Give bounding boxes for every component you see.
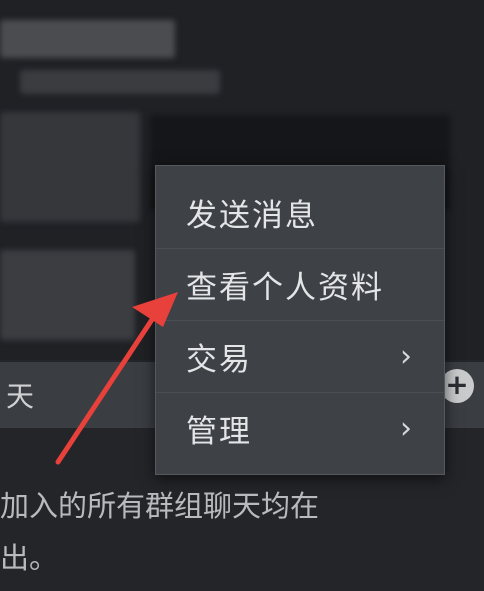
menu-item-trade[interactable]: 交易 › bbox=[156, 320, 444, 392]
plus-circle-icon[interactable]: + bbox=[440, 369, 474, 403]
menu-item-view-profile[interactable]: 查看个人资料 bbox=[156, 248, 444, 320]
redacted-avatar-block bbox=[0, 250, 135, 340]
redacted-avatar-block bbox=[0, 112, 140, 222]
menu-item-manage[interactable]: 管理 › bbox=[156, 392, 444, 464]
info-line-2: 出。 bbox=[0, 541, 59, 575]
menu-item-label: 交易 bbox=[186, 342, 252, 378]
menu-item-send-message[interactable]: 发送消息 bbox=[156, 176, 444, 248]
friend-context-menu: 发送消息 查看个人资料 交易 › 管理 › bbox=[155, 165, 445, 475]
menu-item-label: 管理 bbox=[186, 414, 252, 450]
info-line-1: 加入的所有群组聊天均在 bbox=[0, 489, 320, 523]
chevron-right-icon: › bbox=[400, 411, 414, 446]
redacted-name-block bbox=[0, 20, 175, 58]
redacted-name-block bbox=[20, 70, 220, 94]
group-chat-label: 天 bbox=[6, 380, 35, 413]
group-chat-info-text: 加入的所有群组聊天均在 出。 bbox=[0, 480, 484, 584]
menu-item-label: 发送消息 bbox=[186, 197, 318, 234]
chevron-right-icon: › bbox=[400, 339, 414, 374]
menu-item-label: 查看个人资料 bbox=[186, 270, 384, 306]
